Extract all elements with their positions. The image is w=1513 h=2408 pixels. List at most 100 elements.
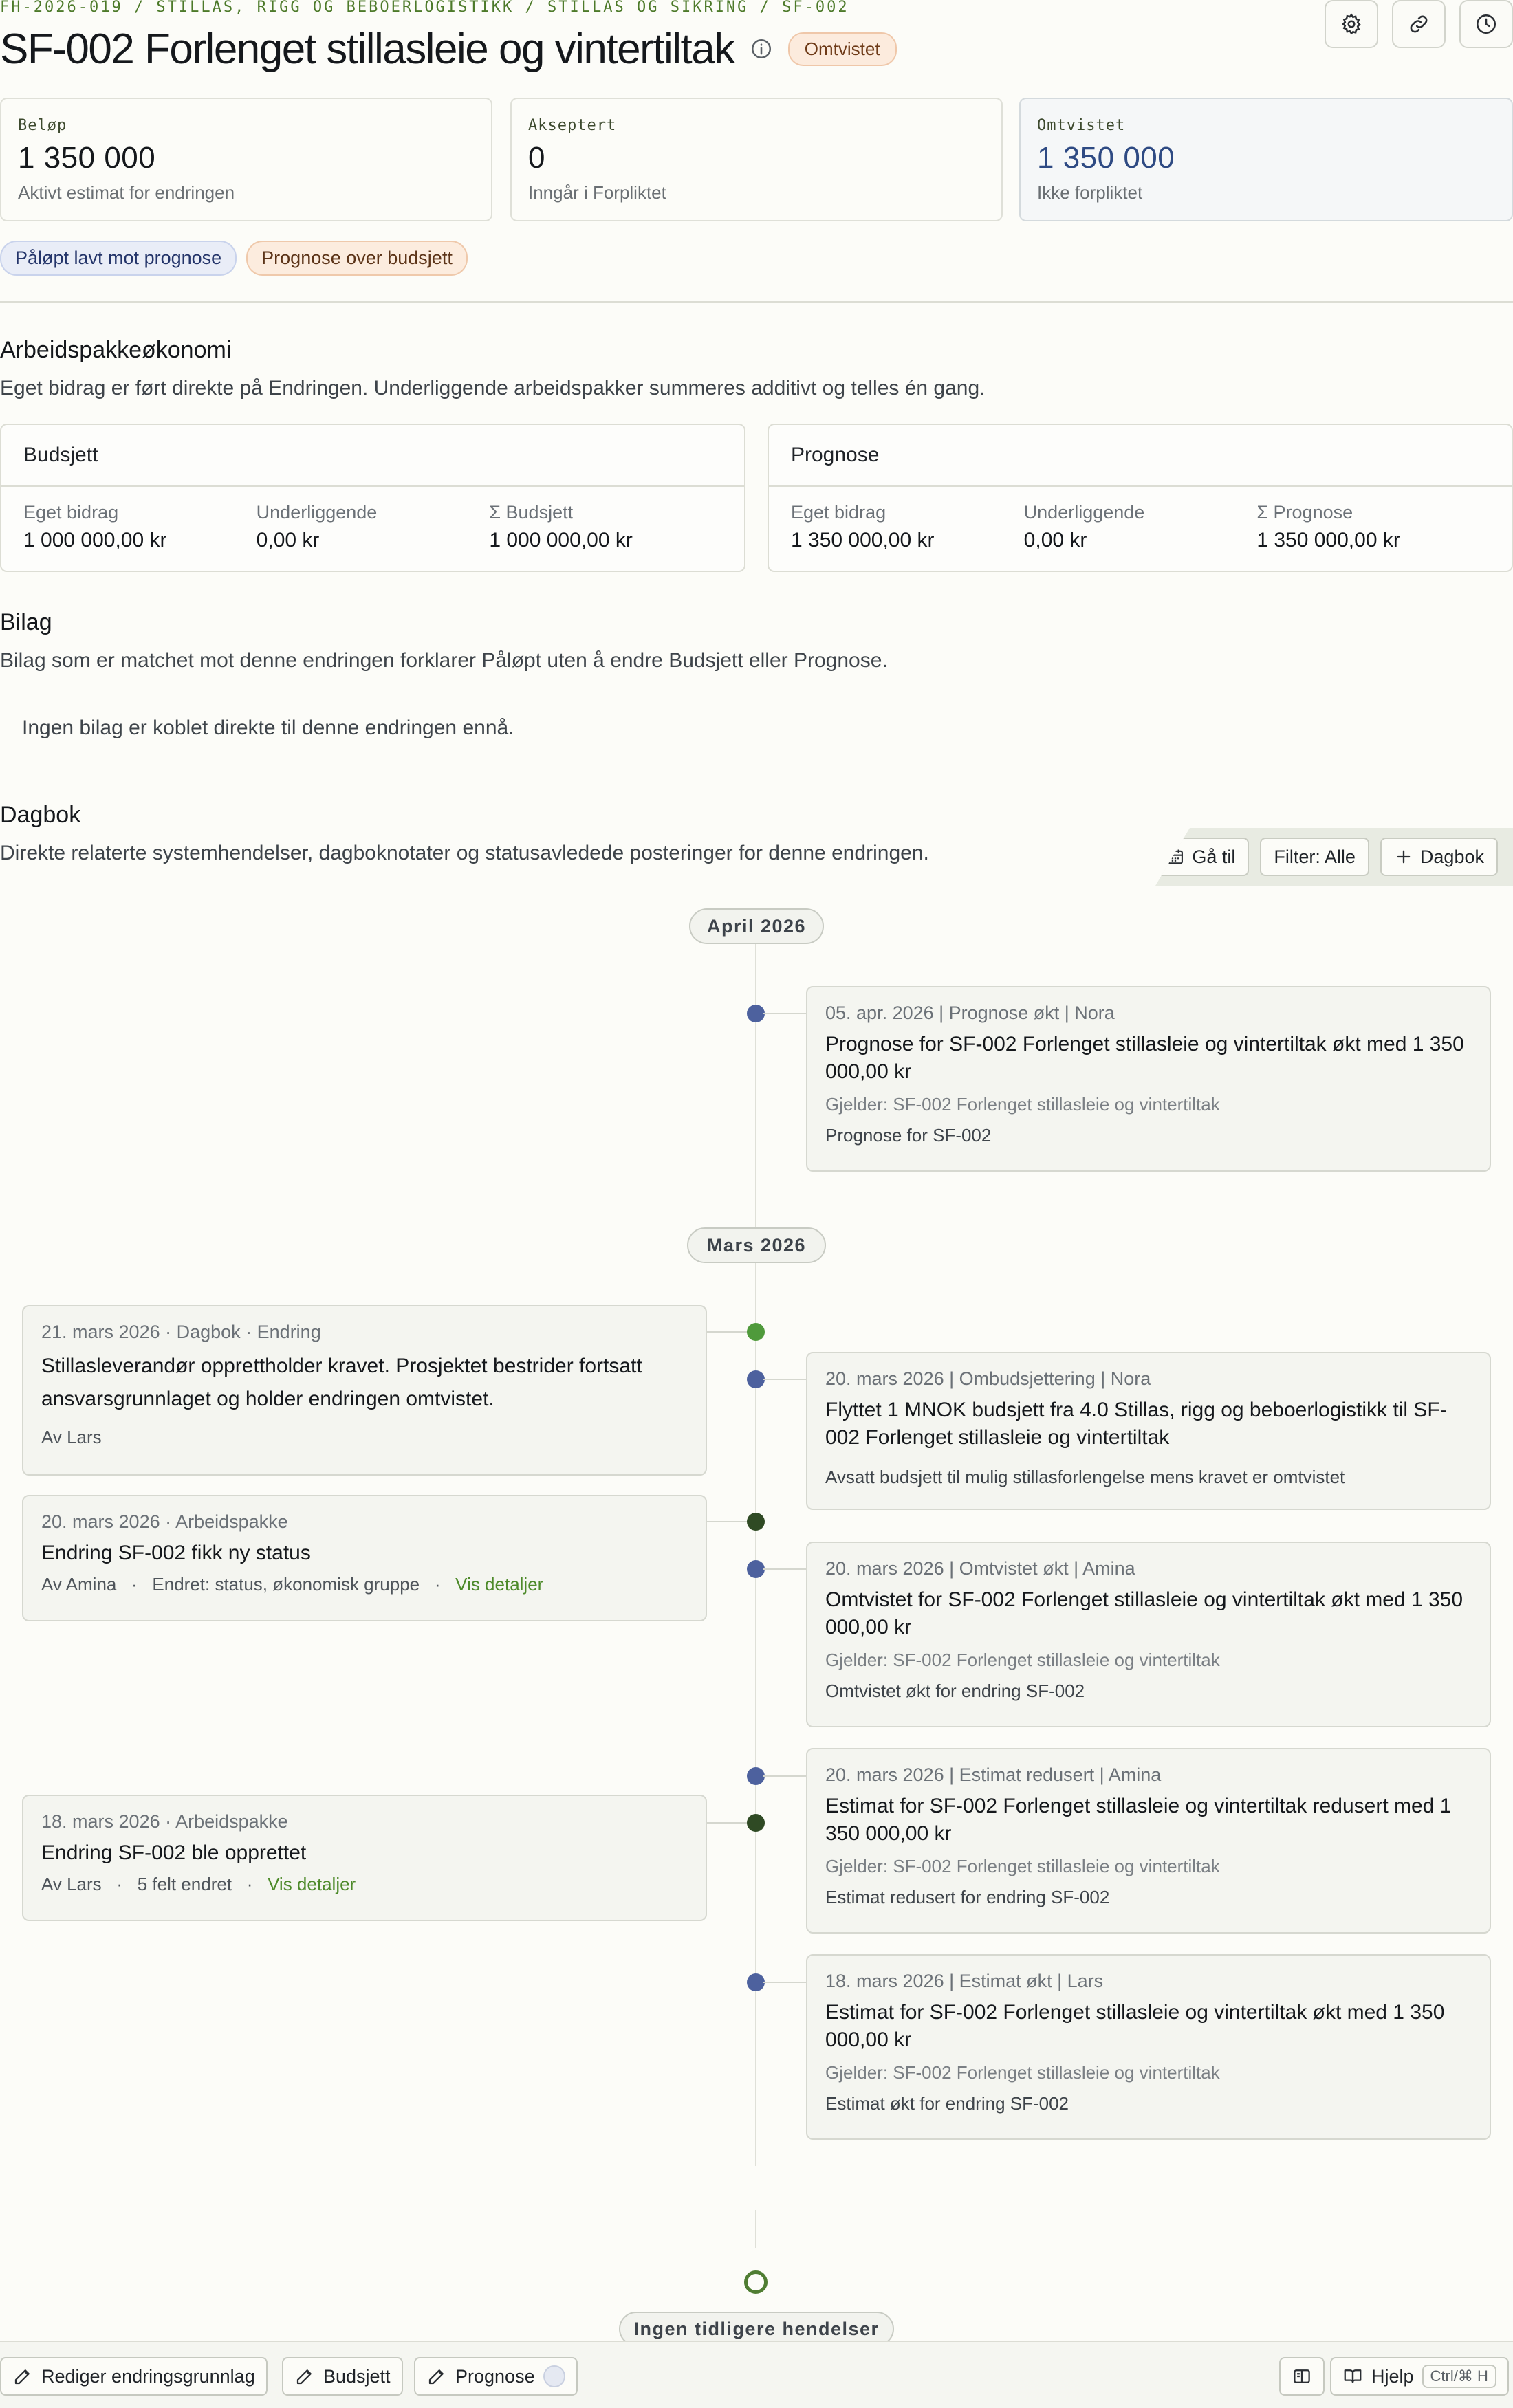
timeline-end-dot <box>744 2270 768 2294</box>
book-icon <box>1344 2369 1362 2383</box>
event-title: Stillasleverandør opprettholder kravet. … <box>41 1355 642 1410</box>
breadcrumb: FH-2026-019 / STILLAS, RIGG OG BEBOERLOG… <box>0 0 849 16</box>
connector <box>707 1331 747 1333</box>
kpi-label: Beløp <box>18 117 67 134</box>
budget-button[interactable]: Budsjett <box>282 2357 403 2396</box>
budget-card: Budsjett Eget bidrag 1 000 000,00 kr Und… <box>0 424 745 572</box>
event-card[interactable]: 20. mars 2026 | Omtvistet økt | Amina Om… <box>806 1542 1491 1727</box>
edit-icon <box>296 2369 312 2385</box>
connector <box>763 1982 806 1983</box>
col-value: 0,00 kr <box>1023 529 1087 551</box>
event-note: Estimat redusert for endring SF-002 <box>825 1887 1110 1907</box>
page-title: SF-002 Forlenget stillasleie og vinterti… <box>0 25 735 73</box>
add-journal-button[interactable]: Dagbok <box>1380 838 1498 876</box>
kpi-label: Akseptert <box>528 117 617 134</box>
col-value: 1 350 000,00 kr <box>1256 529 1400 551</box>
event-note: Avsatt budsjett til mulig stillasforleng… <box>825 1467 1345 1487</box>
event-meta: 05. apr. 2026 | Prognose økt | Nora <box>825 1003 1115 1023</box>
show-details-link[interactable]: Vis detaljer <box>455 1574 543 1595</box>
budget-label: Budsjett <box>323 2365 391 2387</box>
event-card[interactable]: 18. mars 2026 | Estimat økt | Lars Estim… <box>806 1954 1491 2140</box>
event-changes: Endret: status, økonomisk gruppe <box>152 1574 420 1595</box>
filter-button[interactable]: Filter: Alle <box>1260 838 1369 876</box>
col-label: Underliggende <box>256 502 378 523</box>
event-title: Endring SF-002 ble opprettet <box>41 1841 307 1864</box>
help-label: Hjelp <box>1371 2365 1414 2387</box>
panel-icon <box>1294 2369 1310 2383</box>
divider <box>0 301 1513 303</box>
edit-icon <box>428 2369 444 2385</box>
kpi-value: 1 350 000 <box>18 141 156 175</box>
event-title: Estimat for SF-002 Forlenget stillasleie… <box>825 2001 1445 2051</box>
kpi-sub: Ikke forpliktet <box>1037 182 1143 203</box>
event-card[interactable]: 05. apr. 2026 | Prognose økt | Nora Prog… <box>806 986 1491 1172</box>
col-label: Eget bidrag <box>23 502 119 523</box>
forecast-own: Eget bidrag 1 350 000,00 kr <box>791 502 1024 552</box>
history-button[interactable] <box>1459 0 1513 48</box>
separator: · <box>424 1574 450 1595</box>
event-author: Av Lars <box>41 1427 102 1447</box>
event-meta: 20. mars 2026 | Omtvistet økt | Amina <box>825 1558 1135 1579</box>
link-button[interactable] <box>1392 0 1446 48</box>
col-label: Eget bidrag <box>791 502 886 523</box>
budget-card-title: Budsjett <box>1 425 744 487</box>
clock-icon <box>1476 14 1496 34</box>
kpi-sub: Inngår i Forpliktet <box>528 182 666 203</box>
show-details-link[interactable]: Vis detaljer <box>268 1874 356 1894</box>
forecast-button[interactable]: Prognose <box>414 2357 578 2396</box>
help-shortcut: Ctrl/⌘ H <box>1422 2365 1496 2388</box>
event-subject: Gjelder: SF-002 Forlenget stillasleie og… <box>825 1094 1220 1115</box>
settings-button[interactable] <box>1325 0 1378 48</box>
event-card[interactable]: 18. mars 2026 · Arbeidspakke Endring SF-… <box>22 1795 707 1921</box>
forecast-underlying: Underliggende 0,00 kr <box>1024 502 1257 552</box>
info-icon[interactable] <box>750 37 773 61</box>
forecast-card: Prognose Eget bidrag 1 350 000,00 kr Und… <box>768 424 1513 572</box>
event-title: Flyttet 1 MNOK budsjett fra 4.0 Stillas,… <box>825 1399 1447 1449</box>
attachments-title: Bilag <box>0 609 52 635</box>
add-journal-label: Dagbok <box>1419 846 1484 867</box>
edit-icon <box>14 2369 30 2385</box>
panel-toggle-button[interactable] <box>1279 2357 1325 2396</box>
event-changes: 5 felt endret <box>137 1874 232 1894</box>
plus-icon <box>1397 850 1411 864</box>
event-card[interactable]: 20. mars 2026 · Arbeidspakke Endring SF-… <box>22 1495 707 1621</box>
event-author-line: Av Amina · Endret: status, økonomisk gru… <box>41 1574 688 1595</box>
col-label: Underliggende <box>1023 502 1145 523</box>
separator: · <box>237 1874 263 1894</box>
timeline-dot <box>747 1370 765 1388</box>
budget-underlying: Underliggende 0,00 kr <box>257 502 490 552</box>
kpi-value: 1 350 000 <box>1037 141 1175 175</box>
connector <box>707 1822 747 1824</box>
timeline-dot <box>747 1513 765 1531</box>
event-card[interactable]: 20. mars 2026 | Estimat redusert | Amina… <box>806 1748 1491 1934</box>
goto-button[interactable]: Gå til <box>1155 838 1250 876</box>
bottom-action-bar: Rediger endringsgrunnlag Budsjett Progno… <box>0 2341 1513 2408</box>
journal-toolbar: Gå til Filter: Alle Dagbok <box>1155 828 1513 886</box>
event-meta: 21. mars 2026 · Dagbok · Endring <box>41 1322 321 1342</box>
attachments-empty: Ingen bilag er koblet direkte til denne … <box>22 716 514 739</box>
kpi-card-amount: Beløp 1 350 000 Aktivt estimat for endri… <box>0 98 492 221</box>
event-title: Estimat for SF-002 Forlenget stillasleie… <box>825 1795 1452 1845</box>
status-badge: Omtvistet <box>787 32 897 66</box>
forecast-label: Prognose <box>455 2365 535 2387</box>
event-meta: 18. mars 2026 | Estimat økt | Lars <box>825 1971 1104 1991</box>
event-note: Estimat økt for endring SF-002 <box>825 2093 1069 2114</box>
col-value: 1 000 000,00 kr <box>23 529 167 551</box>
separator: · <box>121 1574 148 1595</box>
edit-basis-button[interactable]: Rediger endringsgrunnlag <box>0 2357 268 2396</box>
event-card[interactable]: 21. mars 2026 · Dagbok · Endring Stillas… <box>22 1305 707 1476</box>
title-row: SF-002 Forlenget stillasleie og vinterti… <box>0 22 897 76</box>
kpi-card-accepted: Akseptert 0 Inngår i Forpliktet <box>510 98 1003 221</box>
connector <box>763 1568 806 1570</box>
timeline-dot <box>747 1560 765 1578</box>
event-card[interactable]: 20. mars 2026 | Ombudsjettering | Nora F… <box>806 1352 1491 1510</box>
col-value: 1 000 000,00 kr <box>489 529 633 551</box>
help-button[interactable]: Hjelp Ctrl/⌘ H <box>1330 2357 1509 2396</box>
separator: · <box>106 1874 133 1894</box>
kpi-value: 0 <box>528 141 545 175</box>
col-value: 1 350 000,00 kr <box>791 529 935 551</box>
event-author: Av Amina <box>41 1574 117 1595</box>
event-author: Av Lars <box>41 1874 102 1894</box>
col-value: 0,00 kr <box>256 529 320 551</box>
timeline-dot <box>747 1973 765 1991</box>
